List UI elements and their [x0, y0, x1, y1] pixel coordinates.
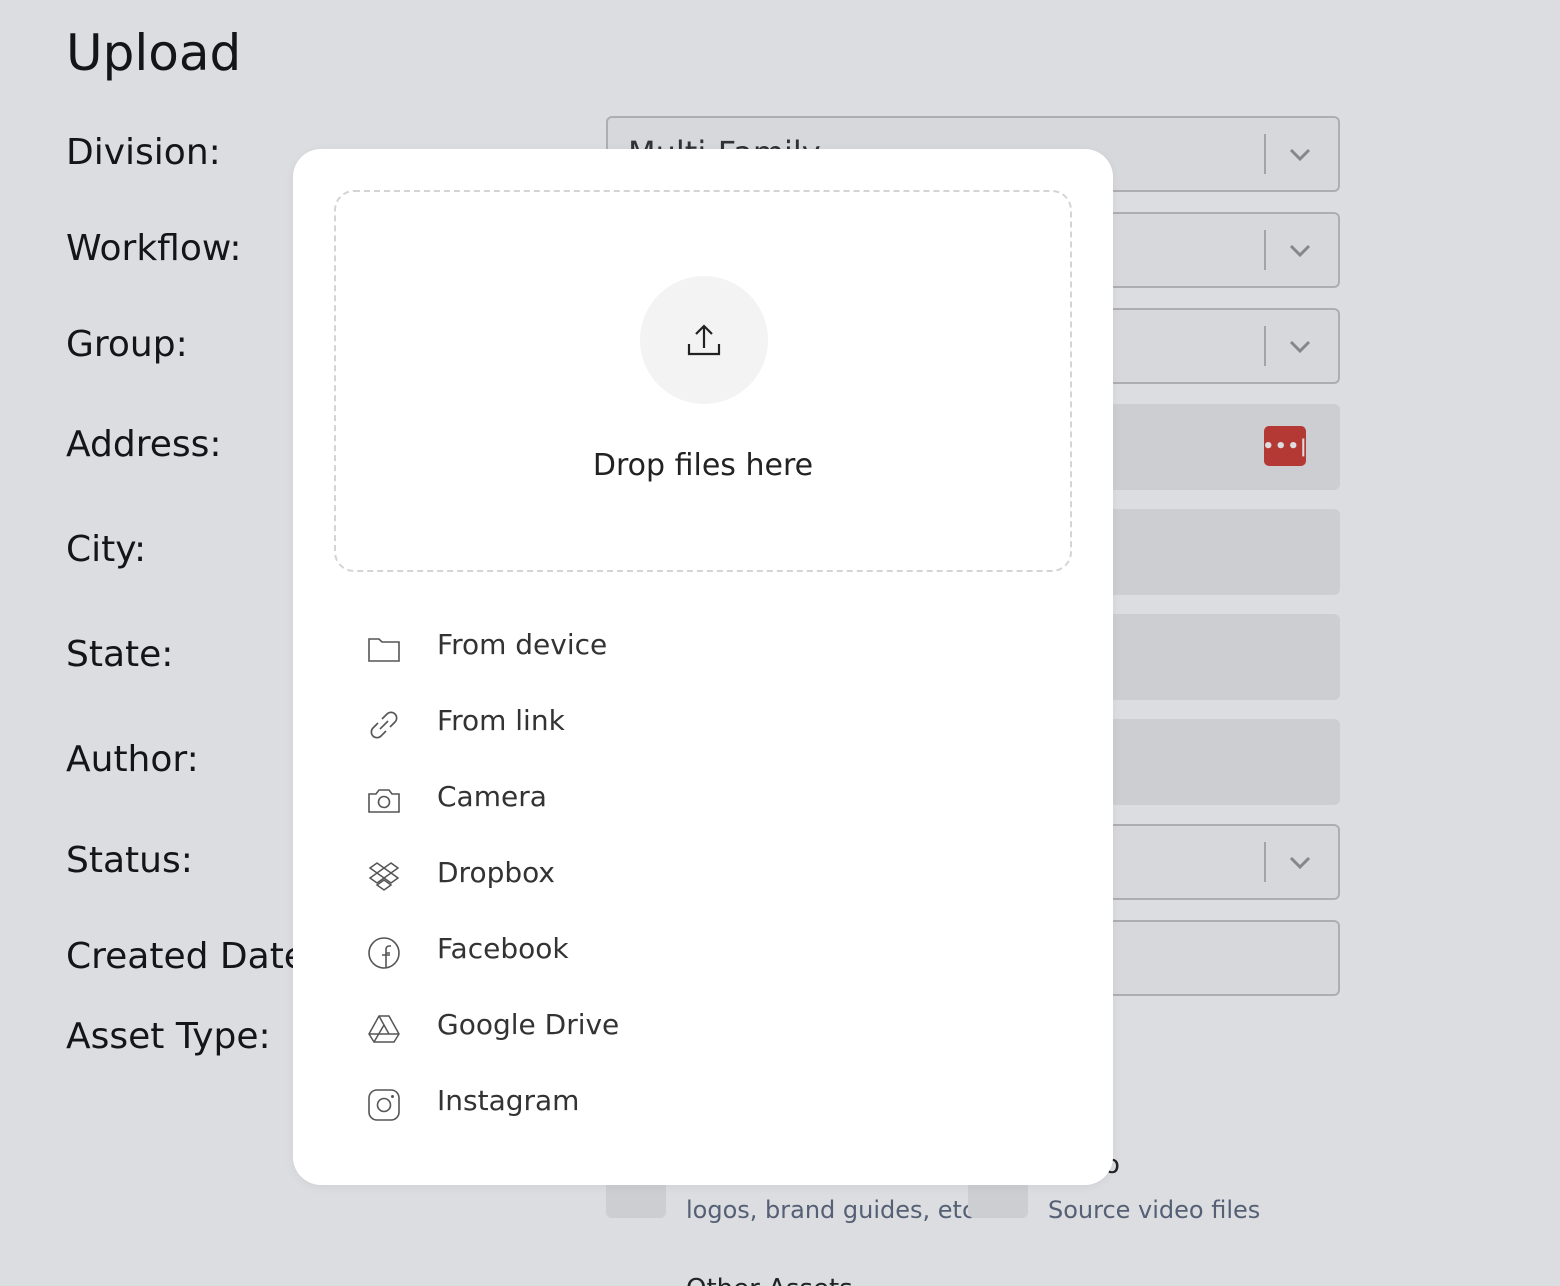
drop-files-text: Drop files here — [592, 448, 814, 483]
camera-icon — [367, 784, 401, 818]
source-google-drive[interactable]: Google Drive — [293, 990, 1113, 1066]
source-label: Instagram — [437, 1084, 580, 1117]
dropbox-icon — [367, 860, 401, 894]
google-drive-icon — [367, 1012, 401, 1046]
source-from-link[interactable]: From link — [293, 686, 1113, 762]
facebook-icon — [367, 936, 401, 970]
source-dropbox[interactable]: Dropbox — [293, 838, 1113, 914]
source-facebook[interactable]: Facebook — [293, 914, 1113, 990]
folder-icon — [367, 632, 401, 666]
source-label: Facebook — [437, 932, 569, 965]
link-icon — [367, 708, 401, 742]
source-label: From link — [437, 704, 565, 737]
source-label: Google Drive — [437, 1008, 620, 1041]
upload-source-list: From device From link Camera Dropbox Fac… — [293, 610, 1113, 1142]
source-label: From device — [437, 628, 608, 661]
source-label: Camera — [437, 780, 547, 813]
upload-icon[interactable] — [640, 276, 768, 404]
upload-modal: Drop files here From device From link Ca… — [293, 149, 1113, 1185]
source-from-device[interactable]: From device — [293, 610, 1113, 686]
source-camera[interactable]: Camera — [293, 762, 1113, 838]
source-label: Dropbox — [437, 856, 555, 889]
instagram-icon — [367, 1088, 401, 1122]
source-instagram[interactable]: Instagram — [293, 1066, 1113, 1142]
file-dropzone[interactable]: Drop files here — [334, 190, 1072, 572]
